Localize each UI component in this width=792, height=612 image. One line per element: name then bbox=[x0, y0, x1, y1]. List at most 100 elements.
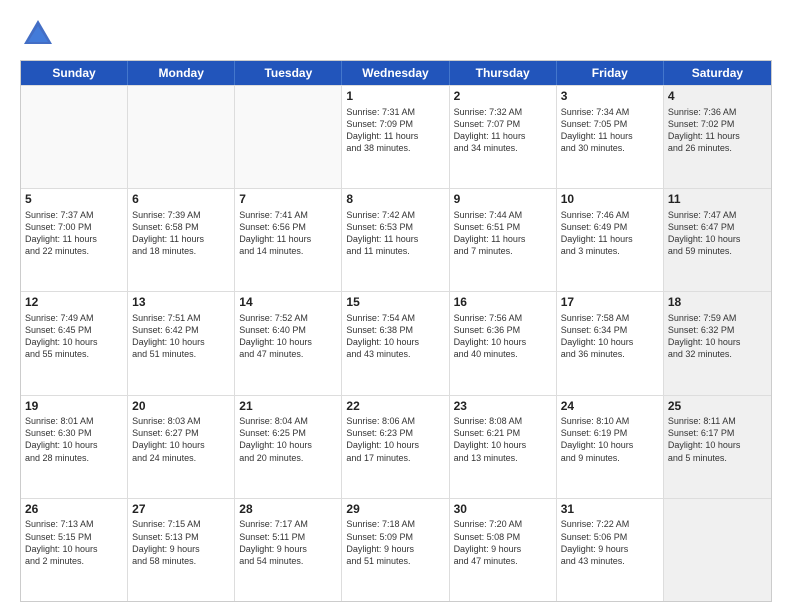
header-day-saturday: Saturday bbox=[664, 61, 771, 85]
header-day-sunday: Sunday bbox=[21, 61, 128, 85]
day-number: 22 bbox=[346, 399, 444, 415]
day-number: 31 bbox=[561, 502, 659, 518]
calendar-cell-8: 8Sunrise: 7:42 AM Sunset: 6:53 PM Daylig… bbox=[342, 189, 449, 291]
cell-info: Sunrise: 8:03 AM Sunset: 6:27 PM Dayligh… bbox=[132, 415, 230, 464]
day-number: 8 bbox=[346, 192, 444, 208]
day-number: 24 bbox=[561, 399, 659, 415]
day-number: 28 bbox=[239, 502, 337, 518]
day-number: 16 bbox=[454, 295, 552, 311]
calendar-header: SundayMondayTuesdayWednesdayThursdayFrid… bbox=[21, 61, 771, 85]
calendar-cell-19: 19Sunrise: 8:01 AM Sunset: 6:30 PM Dayli… bbox=[21, 396, 128, 498]
cell-info: Sunrise: 8:04 AM Sunset: 6:25 PM Dayligh… bbox=[239, 415, 337, 464]
day-number: 9 bbox=[454, 192, 552, 208]
calendar-cell-26: 26Sunrise: 7:13 AM Sunset: 5:15 PM Dayli… bbox=[21, 499, 128, 601]
calendar-cell-5: 5Sunrise: 7:37 AM Sunset: 7:00 PM Daylig… bbox=[21, 189, 128, 291]
calendar-cell-31: 31Sunrise: 7:22 AM Sunset: 5:06 PM Dayli… bbox=[557, 499, 664, 601]
calendar-cell-29: 29Sunrise: 7:18 AM Sunset: 5:09 PM Dayli… bbox=[342, 499, 449, 601]
day-number: 7 bbox=[239, 192, 337, 208]
day-number: 12 bbox=[25, 295, 123, 311]
day-number: 29 bbox=[346, 502, 444, 518]
cell-info: Sunrise: 7:41 AM Sunset: 6:56 PM Dayligh… bbox=[239, 209, 337, 258]
cell-info: Sunrise: 7:15 AM Sunset: 5:13 PM Dayligh… bbox=[132, 518, 230, 567]
page: SundayMondayTuesdayWednesdayThursdayFrid… bbox=[0, 0, 792, 612]
header-day-friday: Friday bbox=[557, 61, 664, 85]
cell-info: Sunrise: 7:31 AM Sunset: 7:09 PM Dayligh… bbox=[346, 106, 444, 155]
cell-info: Sunrise: 8:01 AM Sunset: 6:30 PM Dayligh… bbox=[25, 415, 123, 464]
calendar-cell-14: 14Sunrise: 7:52 AM Sunset: 6:40 PM Dayli… bbox=[235, 292, 342, 394]
day-number: 15 bbox=[346, 295, 444, 311]
day-number: 27 bbox=[132, 502, 230, 518]
calendar-cell-13: 13Sunrise: 7:51 AM Sunset: 6:42 PM Dayli… bbox=[128, 292, 235, 394]
cell-info: Sunrise: 7:51 AM Sunset: 6:42 PM Dayligh… bbox=[132, 312, 230, 361]
cell-info: Sunrise: 8:11 AM Sunset: 6:17 PM Dayligh… bbox=[668, 415, 767, 464]
calendar-cell-30: 30Sunrise: 7:20 AM Sunset: 5:08 PM Dayli… bbox=[450, 499, 557, 601]
header-day-thursday: Thursday bbox=[450, 61, 557, 85]
calendar-cell-23: 23Sunrise: 8:08 AM Sunset: 6:21 PM Dayli… bbox=[450, 396, 557, 498]
day-number: 3 bbox=[561, 89, 659, 105]
calendar-row-3: 19Sunrise: 8:01 AM Sunset: 6:30 PM Dayli… bbox=[21, 395, 771, 498]
calendar-cell-1: 1Sunrise: 7:31 AM Sunset: 7:09 PM Daylig… bbox=[342, 86, 449, 188]
calendar-cell-6: 6Sunrise: 7:39 AM Sunset: 6:58 PM Daylig… bbox=[128, 189, 235, 291]
day-number: 11 bbox=[668, 192, 767, 208]
calendar-row-0: 1Sunrise: 7:31 AM Sunset: 7:09 PM Daylig… bbox=[21, 85, 771, 188]
cell-info: Sunrise: 7:39 AM Sunset: 6:58 PM Dayligh… bbox=[132, 209, 230, 258]
day-number: 23 bbox=[454, 399, 552, 415]
calendar-cell-empty bbox=[21, 86, 128, 188]
cell-info: Sunrise: 7:44 AM Sunset: 6:51 PM Dayligh… bbox=[454, 209, 552, 258]
calendar-cell-16: 16Sunrise: 7:56 AM Sunset: 6:36 PM Dayli… bbox=[450, 292, 557, 394]
cell-info: Sunrise: 7:37 AM Sunset: 7:00 PM Dayligh… bbox=[25, 209, 123, 258]
calendar-cell-17: 17Sunrise: 7:58 AM Sunset: 6:34 PM Dayli… bbox=[557, 292, 664, 394]
calendar-cell-24: 24Sunrise: 8:10 AM Sunset: 6:19 PM Dayli… bbox=[557, 396, 664, 498]
cell-info: Sunrise: 8:06 AM Sunset: 6:23 PM Dayligh… bbox=[346, 415, 444, 464]
header bbox=[20, 16, 772, 52]
calendar-cell-7: 7Sunrise: 7:41 AM Sunset: 6:56 PM Daylig… bbox=[235, 189, 342, 291]
day-number: 26 bbox=[25, 502, 123, 518]
cell-info: Sunrise: 8:10 AM Sunset: 6:19 PM Dayligh… bbox=[561, 415, 659, 464]
cell-info: Sunrise: 7:46 AM Sunset: 6:49 PM Dayligh… bbox=[561, 209, 659, 258]
calendar-cell-15: 15Sunrise: 7:54 AM Sunset: 6:38 PM Dayli… bbox=[342, 292, 449, 394]
calendar-cell-empty bbox=[128, 86, 235, 188]
day-number: 6 bbox=[132, 192, 230, 208]
cell-info: Sunrise: 7:13 AM Sunset: 5:15 PM Dayligh… bbox=[25, 518, 123, 567]
day-number: 19 bbox=[25, 399, 123, 415]
day-number: 10 bbox=[561, 192, 659, 208]
day-number: 17 bbox=[561, 295, 659, 311]
day-number: 30 bbox=[454, 502, 552, 518]
calendar-cell-27: 27Sunrise: 7:15 AM Sunset: 5:13 PM Dayli… bbox=[128, 499, 235, 601]
cell-info: Sunrise: 7:42 AM Sunset: 6:53 PM Dayligh… bbox=[346, 209, 444, 258]
header-day-monday: Monday bbox=[128, 61, 235, 85]
cell-info: Sunrise: 7:34 AM Sunset: 7:05 PM Dayligh… bbox=[561, 106, 659, 155]
day-number: 14 bbox=[239, 295, 337, 311]
cell-info: Sunrise: 7:54 AM Sunset: 6:38 PM Dayligh… bbox=[346, 312, 444, 361]
calendar-cell-28: 28Sunrise: 7:17 AM Sunset: 5:11 PM Dayli… bbox=[235, 499, 342, 601]
calendar-cell-18: 18Sunrise: 7:59 AM Sunset: 6:32 PM Dayli… bbox=[664, 292, 771, 394]
calendar-cell-9: 9Sunrise: 7:44 AM Sunset: 6:51 PM Daylig… bbox=[450, 189, 557, 291]
cell-info: Sunrise: 8:08 AM Sunset: 6:21 PM Dayligh… bbox=[454, 415, 552, 464]
day-number: 18 bbox=[668, 295, 767, 311]
calendar-cell-12: 12Sunrise: 7:49 AM Sunset: 6:45 PM Dayli… bbox=[21, 292, 128, 394]
cell-info: Sunrise: 7:58 AM Sunset: 6:34 PM Dayligh… bbox=[561, 312, 659, 361]
day-number: 5 bbox=[25, 192, 123, 208]
calendar-row-4: 26Sunrise: 7:13 AM Sunset: 5:15 PM Dayli… bbox=[21, 498, 771, 601]
day-number: 4 bbox=[668, 89, 767, 105]
calendar-cell-20: 20Sunrise: 8:03 AM Sunset: 6:27 PM Dayli… bbox=[128, 396, 235, 498]
calendar-cell-21: 21Sunrise: 8:04 AM Sunset: 6:25 PM Dayli… bbox=[235, 396, 342, 498]
day-number: 1 bbox=[346, 89, 444, 105]
calendar-cell-11: 11Sunrise: 7:47 AM Sunset: 6:47 PM Dayli… bbox=[664, 189, 771, 291]
cell-info: Sunrise: 7:20 AM Sunset: 5:08 PM Dayligh… bbox=[454, 518, 552, 567]
logo-icon bbox=[20, 16, 56, 52]
cell-info: Sunrise: 7:32 AM Sunset: 7:07 PM Dayligh… bbox=[454, 106, 552, 155]
cell-info: Sunrise: 7:49 AM Sunset: 6:45 PM Dayligh… bbox=[25, 312, 123, 361]
day-number: 2 bbox=[454, 89, 552, 105]
cell-info: Sunrise: 7:17 AM Sunset: 5:11 PM Dayligh… bbox=[239, 518, 337, 567]
day-number: 21 bbox=[239, 399, 337, 415]
calendar: SundayMondayTuesdayWednesdayThursdayFrid… bbox=[20, 60, 772, 602]
header-day-wednesday: Wednesday bbox=[342, 61, 449, 85]
day-number: 13 bbox=[132, 295, 230, 311]
calendar-body: 1Sunrise: 7:31 AM Sunset: 7:09 PM Daylig… bbox=[21, 85, 771, 601]
calendar-cell-2: 2Sunrise: 7:32 AM Sunset: 7:07 PM Daylig… bbox=[450, 86, 557, 188]
cell-info: Sunrise: 7:59 AM Sunset: 6:32 PM Dayligh… bbox=[668, 312, 767, 361]
calendar-cell-25: 25Sunrise: 8:11 AM Sunset: 6:17 PM Dayli… bbox=[664, 396, 771, 498]
cell-info: Sunrise: 7:47 AM Sunset: 6:47 PM Dayligh… bbox=[668, 209, 767, 258]
day-number: 20 bbox=[132, 399, 230, 415]
